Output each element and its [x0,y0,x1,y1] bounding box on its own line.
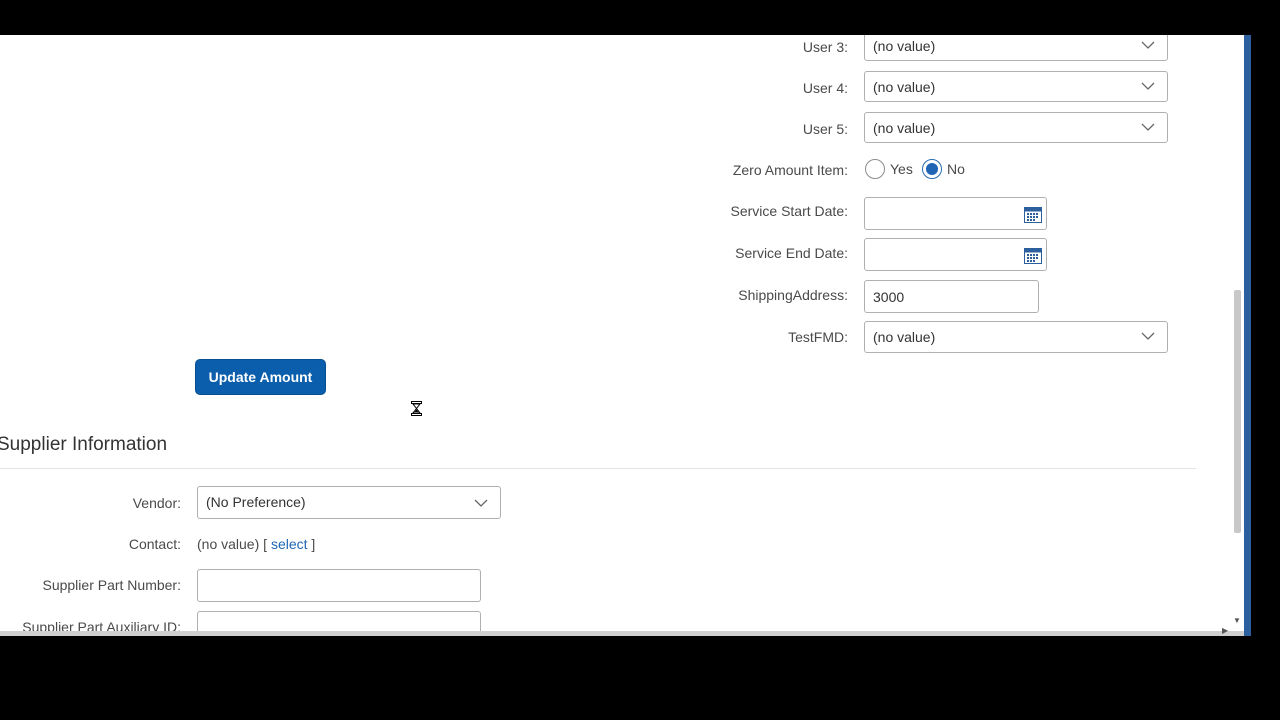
zero-amount-no-label: No [947,161,965,177]
service-end-date-label: Service End Date: [735,245,848,261]
supplier-information-heading: Supplier Information [0,434,168,455]
testfmd-value: (no value) [873,329,936,345]
chevron-down-icon [474,499,488,507]
shipping-address-value: 3000 [873,289,905,305]
user5-select[interactable]: (no value) [864,112,1168,143]
vendor-value: (No Preference) [206,494,306,510]
user3-value: (no value) [873,38,936,54]
vendor-select[interactable]: (No Preference) [197,486,501,519]
shipping-address-label: ShippingAddress: [738,287,848,303]
supplier-part-aux-id-label: Supplier Part Auxiliary ID: [22,619,181,631]
contact-value-row: (no value) [ select ] [197,536,315,552]
contact-select-link[interactable]: select [271,536,308,552]
zero-amount-yes-radio[interactable] [865,159,885,179]
section-divider [0,468,1196,469]
chevron-down-icon [1141,82,1155,90]
contact-bracket: ] [311,536,316,552]
contact-value: (no value) [ [197,536,268,552]
scroll-down-arrow-icon[interactable]: ▼ [1233,617,1241,625]
service-start-date-label: Service Start Date: [730,203,849,219]
testfmd-label: TestFMD: [788,329,848,345]
service-end-date-input[interactable] [864,238,1047,271]
chevron-down-icon [1141,123,1155,131]
supplier-part-number-input[interactable] [197,569,481,602]
horizontal-scrollbar[interactable] [0,631,1244,636]
vendor-label: Vendor: [132,495,181,511]
zero-amount-yes-label: Yes [890,161,913,177]
service-start-date-input[interactable] [864,197,1047,230]
chevron-down-icon [1141,41,1155,49]
zero-amount-item-label: Zero Amount Item: [732,162,848,178]
user3-select[interactable]: (no value) [864,35,1168,61]
scroll-right-arrow-icon[interactable]: ▶ [1222,627,1228,635]
vertical-scrollbar-thumb[interactable] [1234,290,1241,533]
user5-label: User 5: [802,121,848,137]
chevron-down-icon [1141,332,1155,340]
contact-label: Contact: [128,536,181,552]
user4-label: User 4: [802,80,848,96]
user5-value: (no value) [873,120,936,136]
shipping-address-input[interactable]: 3000 [864,280,1039,313]
calendar-icon[interactable] [1024,247,1042,264]
user4-select[interactable]: (no value) [864,71,1168,102]
calendar-icon[interactable] [1024,206,1042,223]
zero-amount-no-radio[interactable] [922,159,942,179]
requisition-form-panel: User 3: (no value) User 4: (no value) Us… [0,35,1244,631]
user4-value: (no value) [873,79,936,95]
hourglass-cursor-icon [411,401,422,416]
user3-label: User 3: [802,39,848,55]
testfmd-select[interactable]: (no value) [864,321,1168,353]
supplier-part-number-label: Supplier Part Number: [42,577,181,593]
window-edge [1244,35,1251,636]
update-amount-button[interactable]: Update Amount [196,360,325,394]
supplier-part-aux-id-input[interactable] [197,611,481,631]
